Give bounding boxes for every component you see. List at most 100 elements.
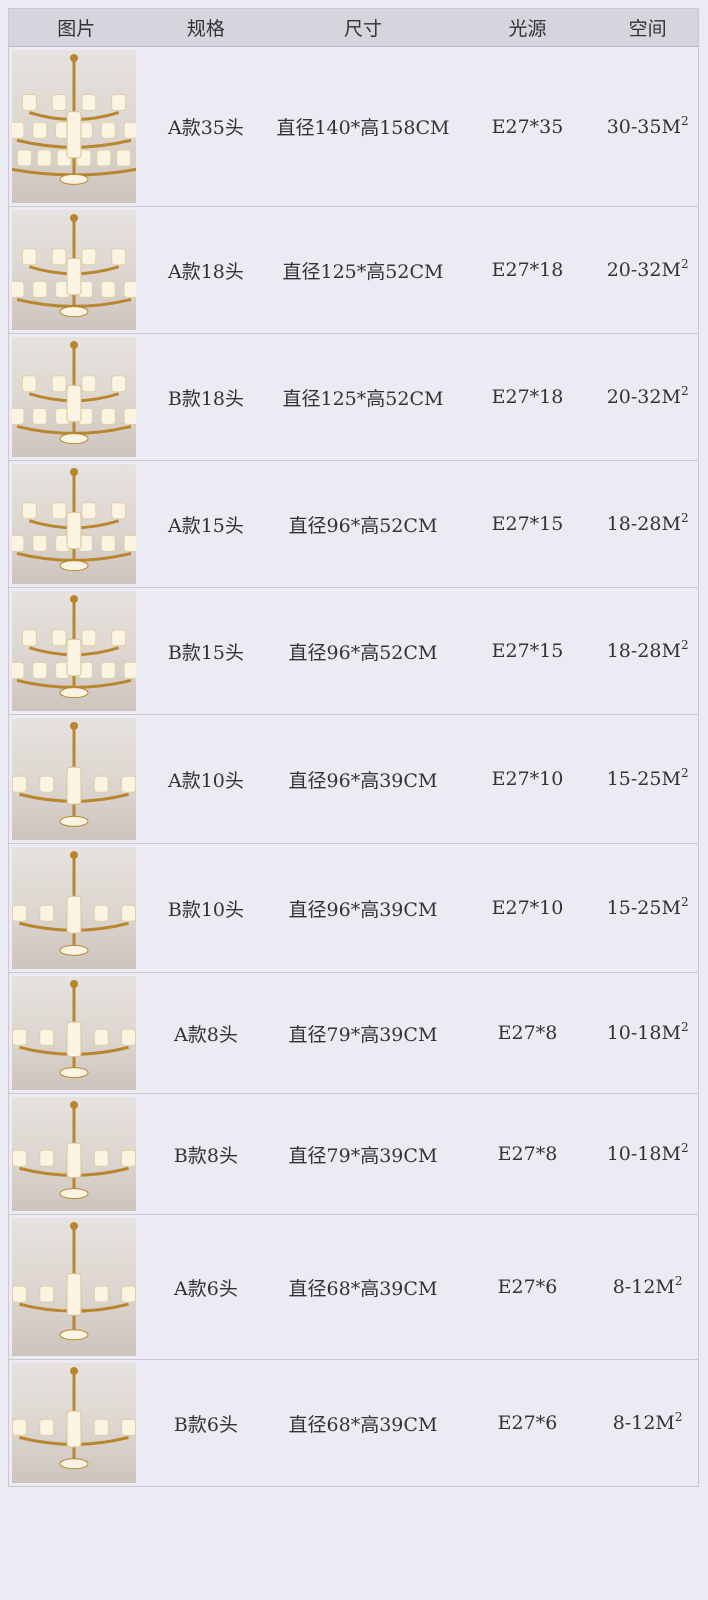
product-image-cell	[9, 1215, 144, 1359]
chandelier-illustration	[12, 54, 136, 185]
chandelier-illustration	[12, 468, 136, 572]
product-image-cell	[9, 588, 144, 714]
space-cell-text: 20-32M	[606, 386, 681, 408]
table-body: A款35头 直径140*高158CM E27*35 30-35M2 A款18头 直径125…	[9, 47, 698, 1486]
table-row: A款8头 直径79*高39CM E27*8 10-18M2	[9, 973, 698, 1094]
chandelier-illustration	[12, 1222, 136, 1341]
spec-cell-text: A款35头	[167, 117, 244, 139]
space-cell-text: 20-32M	[606, 259, 681, 281]
product-image	[12, 464, 136, 584]
space-cell: 15-25M2	[597, 896, 698, 919]
spec-cell: A款15头	[144, 511, 269, 538]
chandelier-illustration	[12, 1367, 136, 1470]
product-image-cell	[9, 1094, 144, 1214]
space-cell-text: 8-12M	[612, 1276, 675, 1298]
space-cell: 20-32M2	[597, 257, 698, 281]
table-row: A款10头 直径96*高39CM E27*10 15-25M2	[9, 715, 698, 844]
space-cell: 8-12M2	[597, 1411, 698, 1434]
spec-cell: B款8头	[144, 1141, 269, 1168]
light-source-cell-text: E27*35	[491, 115, 564, 138]
chandelier-illustration	[12, 341, 136, 445]
light-source-cell-text: E27*6	[497, 1276, 558, 1298]
spec-cell-text: B款18头	[167, 387, 244, 410]
spec-cell-text: B款8头	[173, 1144, 238, 1167]
product-image-cell	[9, 334, 144, 460]
product-image-cell	[9, 973, 144, 1093]
chandelier-illustration	[12, 595, 136, 699]
spec-cell: B款18头	[144, 384, 269, 411]
light-source-cell-text: E27*10	[491, 768, 564, 790]
table-row: B款10头 直径96*高39CM E27*10 15-25M2	[9, 844, 698, 973]
unit-superscript: 2	[680, 638, 689, 652]
light-source-cell: E27*10	[458, 897, 598, 919]
unit-superscript: 2	[680, 766, 689, 780]
spec-cell-text: A款10头	[167, 769, 244, 792]
light-source-cell-text: E27*18	[491, 259, 564, 281]
size-cell: 直径79*高39CM	[268, 1020, 457, 1047]
spec-cell-text: A款18头	[167, 260, 244, 283]
size-cell: 直径125*高52CM	[268, 384, 457, 411]
unit-superscript: 2	[680, 113, 689, 128]
size-cell: 直径68*高39CM	[268, 1274, 457, 1301]
size-cell: 直径68*高39CM	[268, 1410, 457, 1437]
spec-cell-text: B款6头	[173, 1413, 238, 1436]
table-row: B款15头 直径96*高52CM E27*15 18-28M2	[9, 588, 698, 715]
light-source-cell: E27*8	[458, 1022, 598, 1044]
spec-cell: A款18头	[144, 257, 269, 284]
table-header: 图片 规格 尺寸 光源 空间	[9, 9, 698, 47]
spec-cell-text: A款6头	[174, 1277, 238, 1300]
chandelier-illustration	[12, 722, 136, 827]
light-source-cell-text: E27*15	[491, 640, 564, 662]
light-source-cell: E27*8	[458, 1143, 598, 1165]
size-cell: 直径140*高158CM	[268, 113, 457, 140]
product-image	[12, 210, 136, 330]
chandelier-illustration	[12, 980, 136, 1079]
product-image	[12, 976, 136, 1090]
light-source-cell: E27*6	[458, 1276, 598, 1298]
spec-cell: B款15头	[144, 638, 269, 665]
light-source-cell-text: E27*8	[497, 1143, 558, 1165]
space-cell-text: 18-28M	[606, 513, 681, 535]
light-source-cell: E27*35	[458, 116, 598, 138]
space-cell: 18-28M2	[597, 511, 698, 535]
spec-cell: B款10头	[144, 895, 269, 922]
size-cell-text: 直径140*高158CM	[276, 117, 450, 139]
light-source-cell-text: E27*18	[491, 386, 564, 408]
product-image-cell	[9, 461, 144, 587]
product-image	[12, 1363, 136, 1483]
product-image	[12, 1097, 136, 1211]
unit-superscript: 2	[680, 1020, 689, 1034]
product-image	[12, 591, 136, 711]
space-cell-text: 30-35M	[606, 115, 681, 138]
product-image-cell	[9, 715, 144, 843]
product-image	[12, 847, 136, 969]
header-spec: 规格	[186, 18, 225, 40]
header-image: 图片	[57, 18, 96, 40]
table-row: A款18头 直径125*高52CM E27*18 20-32M2	[9, 207, 698, 334]
table-row: B款6头 直径68*高39CM E27*6 8-12M2	[9, 1360, 698, 1486]
unit-superscript: 2	[674, 1274, 683, 1288]
light-source-cell: E27*18	[458, 259, 598, 281]
product-image-cell	[9, 47, 144, 206]
product-image	[12, 50, 136, 203]
space-cell-text: 18-28M	[606, 640, 681, 662]
size-cell-text: 直径96*高52CM	[288, 641, 438, 664]
table-row: A款6头 直径68*高39CM E27*6 8-12M2	[9, 1215, 698, 1360]
spec-cell: A款8头	[144, 1020, 269, 1047]
product-image-cell	[9, 1360, 144, 1486]
size-cell-text: 直径96*高39CM	[288, 898, 438, 921]
space-cell-text: 10-18M	[606, 1143, 681, 1165]
size-cell-text: 直径125*高52CM	[282, 260, 444, 283]
size-cell-text: 直径68*高39CM	[288, 1277, 438, 1300]
size-cell: 直径96*高39CM	[268, 895, 457, 922]
product-image	[12, 1218, 136, 1356]
space-cell-text: 15-25M	[606, 768, 681, 790]
size-cell-text: 直径79*高39CM	[288, 1144, 438, 1167]
chandelier-illustration	[12, 851, 136, 956]
table-row: B款18头 直径125*高52CM E27*18 20-32M2	[9, 334, 698, 461]
space-cell: 10-18M2	[597, 1020, 698, 1044]
unit-superscript: 2	[680, 257, 689, 271]
unit-superscript: 2	[680, 511, 689, 525]
unit-superscript: 2	[680, 384, 689, 398]
size-cell: 直径96*高39CM	[268, 766, 457, 793]
